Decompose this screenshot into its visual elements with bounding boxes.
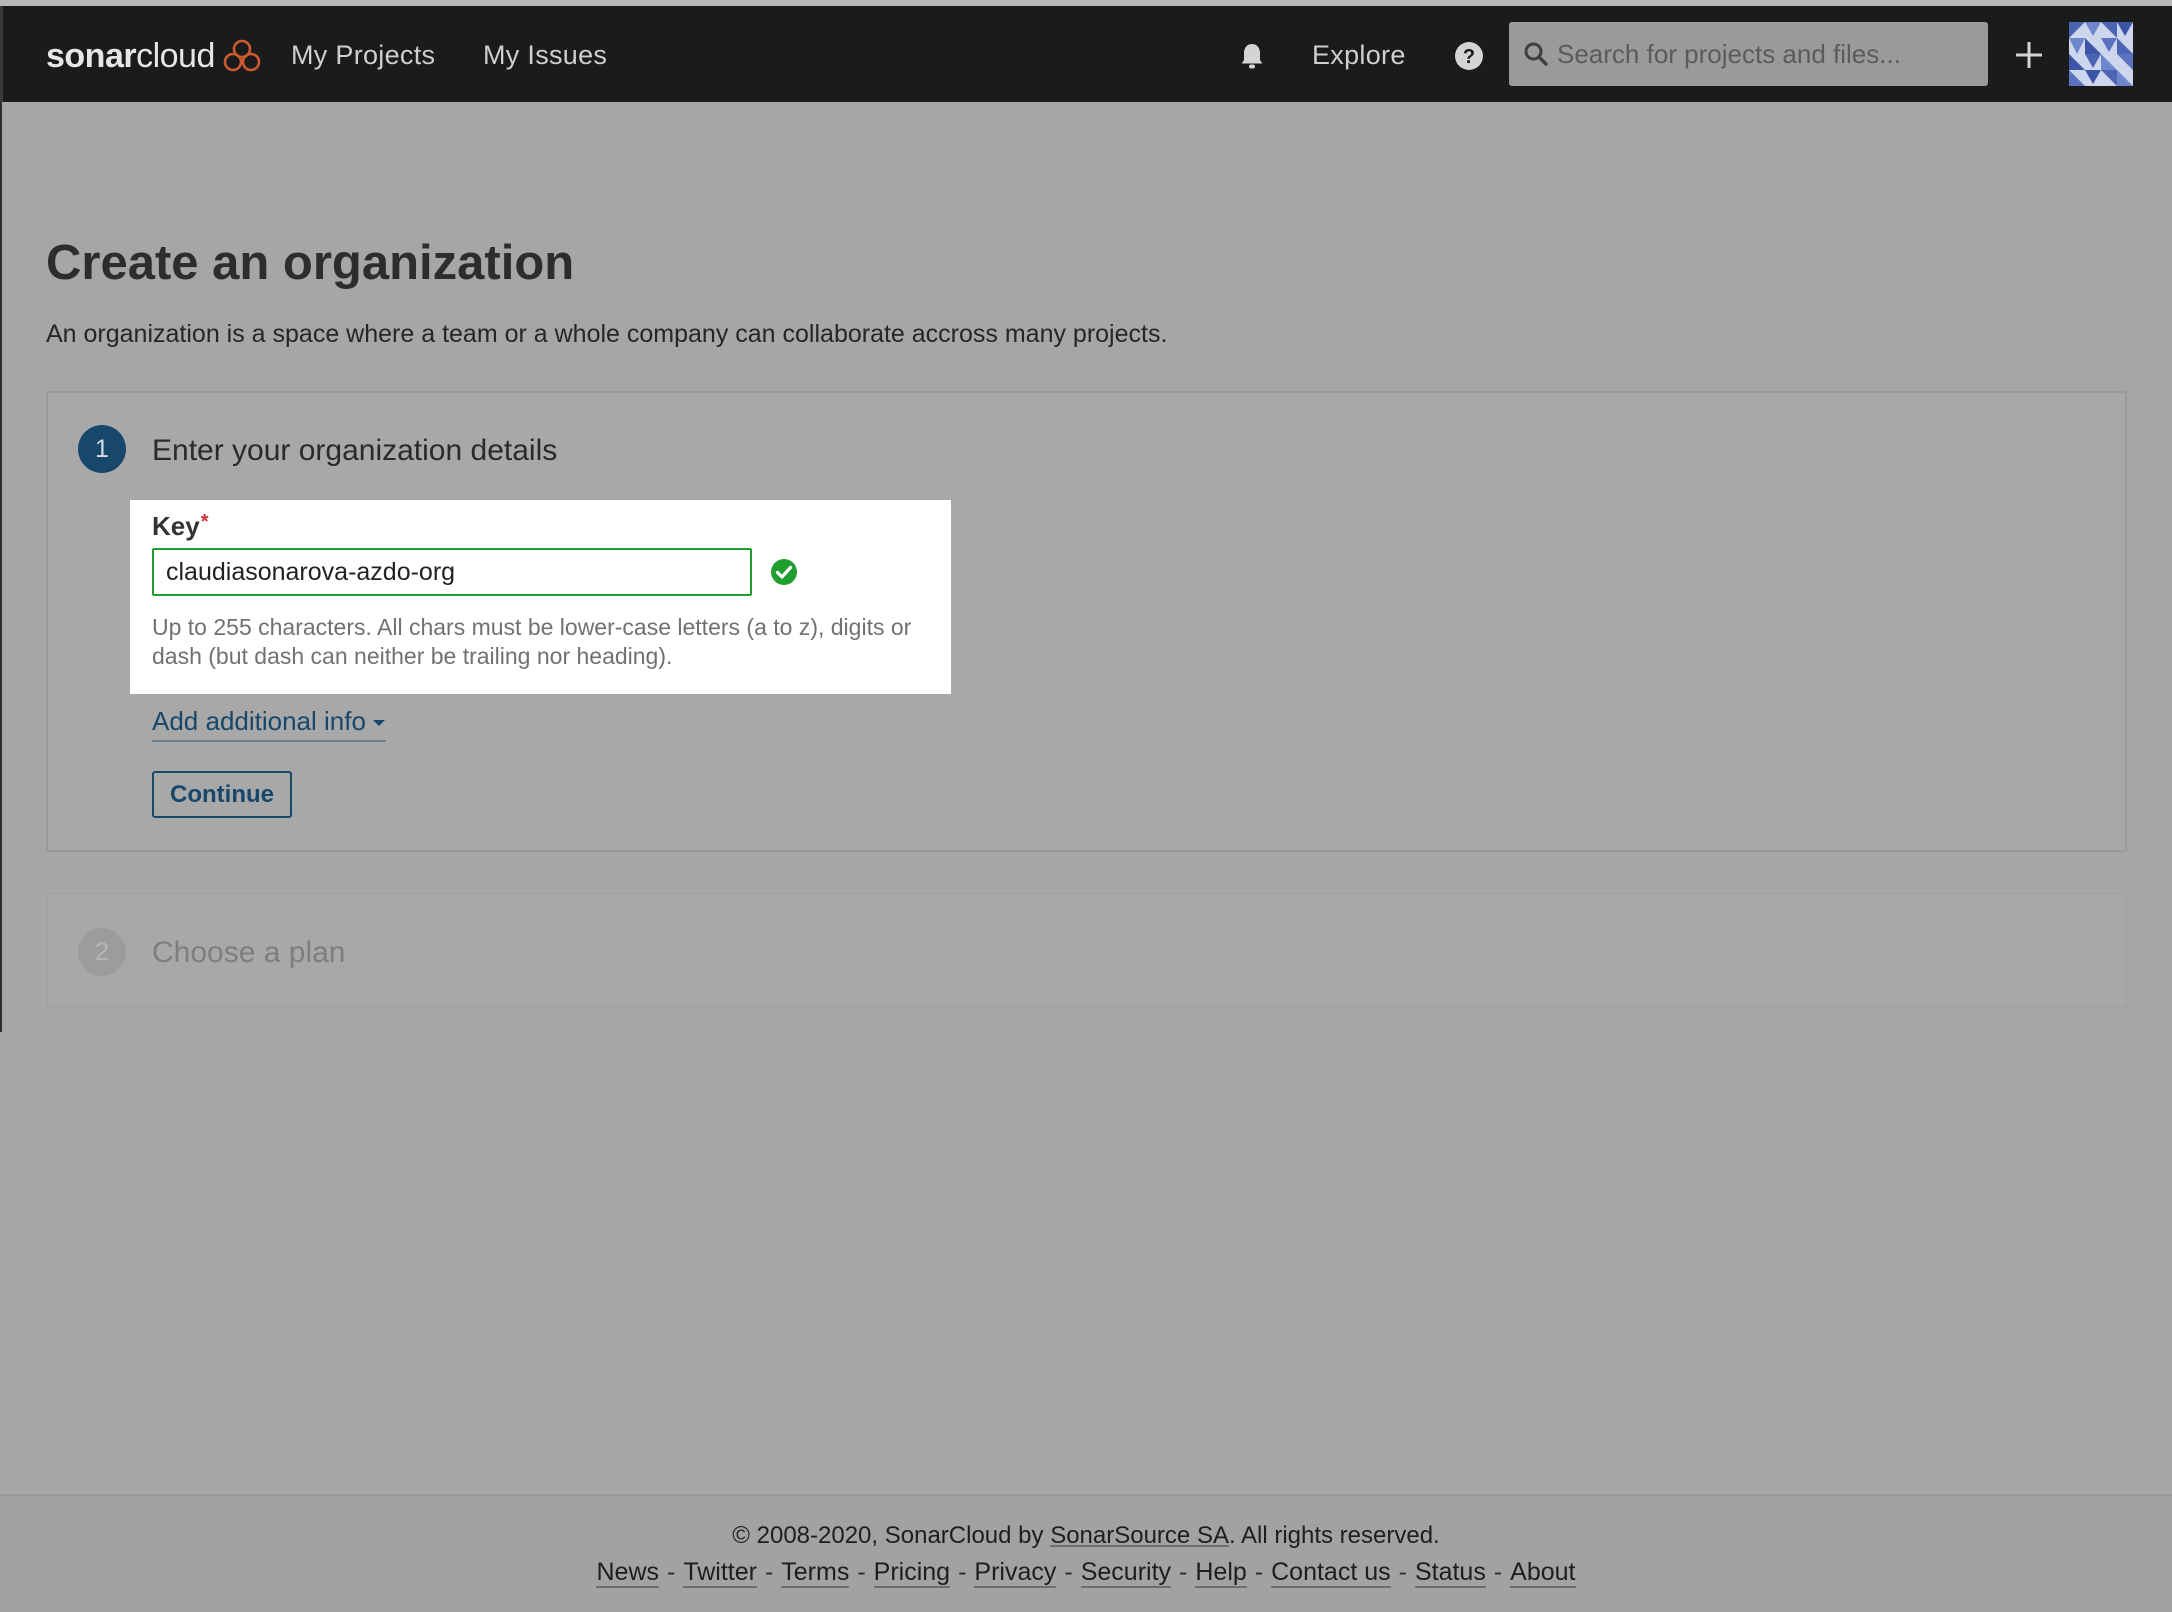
caret-down-icon [372, 720, 385, 727]
search-input[interactable] [1557, 22, 1977, 86]
separator: - [1064, 1558, 1073, 1586]
footer-links: News - Twitter - Terms - Pricing - Privacy - Secur… [0, 1558, 2172, 1588]
add-additional-info-link[interactable]: Add additional info [152, 706, 386, 742]
window-left-edge [0, 102, 2, 1032]
copyright-suffix: . All rights reserved. [1228, 1522, 1440, 1549]
footer: © 2008-2020, SonarCloud by SonarSource S… [0, 1494, 2172, 1612]
footer-link-terms[interactable]: Terms [781, 1558, 850, 1588]
nav-my-projects[interactable]: My Projects [291, 40, 435, 71]
separator: - [1398, 1558, 1407, 1586]
top-navbar: sonarcloud My Projects My Issues Explore… [0, 6, 2172, 102]
cloud-logo-icon [223, 39, 261, 72]
sonarcloud-logo[interactable]: sonarcloud [46, 36, 261, 76]
separator: - [958, 1558, 967, 1586]
separator: - [1179, 1558, 1188, 1586]
copyright-prefix: © 2008-2020, SonarCloud by [732, 1522, 1051, 1549]
nav-explore[interactable]: Explore [1312, 40, 1406, 71]
step-title: Enter your organization details [152, 434, 558, 467]
search-box[interactable] [1509, 22, 1988, 86]
nav-my-issues[interactable]: My Issues [483, 40, 607, 71]
key-help-text: Up to 255 characters. All chars must be … [152, 614, 912, 669]
footer-link-help[interactable]: Help [1195, 1558, 1247, 1588]
footer-link-privacy[interactable]: Privacy [974, 1558, 1057, 1588]
step-number-badge: 2 [78, 928, 126, 976]
bell-icon[interactable] [1236, 40, 1268, 72]
svg-text:?: ? [1463, 46, 1475, 68]
footer-link-about[interactable]: About [1510, 1558, 1576, 1588]
continue-button[interactable]: Continue [152, 771, 292, 818]
footer-link-contact-us[interactable]: Contact us [1271, 1558, 1391, 1588]
footer-link-pricing[interactable]: Pricing [873, 1558, 951, 1588]
key-label: Key* [152, 511, 209, 541]
separator: - [1493, 1558, 1503, 1586]
avatar[interactable] [2069, 22, 2133, 86]
page-title: Create an organization [46, 236, 575, 290]
add-info-label: Add additional info [152, 706, 366, 736]
avatar-pattern-icon [2069, 22, 2133, 86]
plus-icon[interactable] [2013, 39, 2045, 71]
separator: - [1254, 1558, 1264, 1586]
step-title: Choose a plan [152, 936, 346, 969]
required-marker: * [200, 511, 209, 533]
footer-link-security[interactable]: Security [1080, 1558, 1172, 1588]
valid-check-icon [771, 559, 797, 585]
search-icon [1524, 42, 1548, 66]
footer-link-status[interactable]: Status [1414, 1558, 1486, 1588]
footer-link-news[interactable]: News [596, 1558, 659, 1588]
step-number-badge: 1 [78, 425, 126, 473]
copyright-text: © 2008-2020, SonarCloud by SonarSource S… [0, 1522, 2172, 1550]
sonarsource-link[interactable]: SonarSource SA [1050, 1522, 1229, 1549]
step-choose-plan: 2 Choose a plan [46, 893, 2127, 1007]
separator: - [764, 1558, 774, 1586]
page-description: An organization is a space where a team … [46, 320, 1168, 348]
help-icon[interactable]: ? [1453, 40, 1485, 72]
key-field-panel: Key* Up to 255 characters. All chars mus… [130, 500, 951, 694]
separator: - [667, 1558, 676, 1586]
key-input[interactable] [152, 548, 752, 596]
footer-link-twitter[interactable]: Twitter [683, 1558, 757, 1588]
separator: - [857, 1558, 866, 1586]
logo-text: sonarcloud [46, 36, 215, 75]
